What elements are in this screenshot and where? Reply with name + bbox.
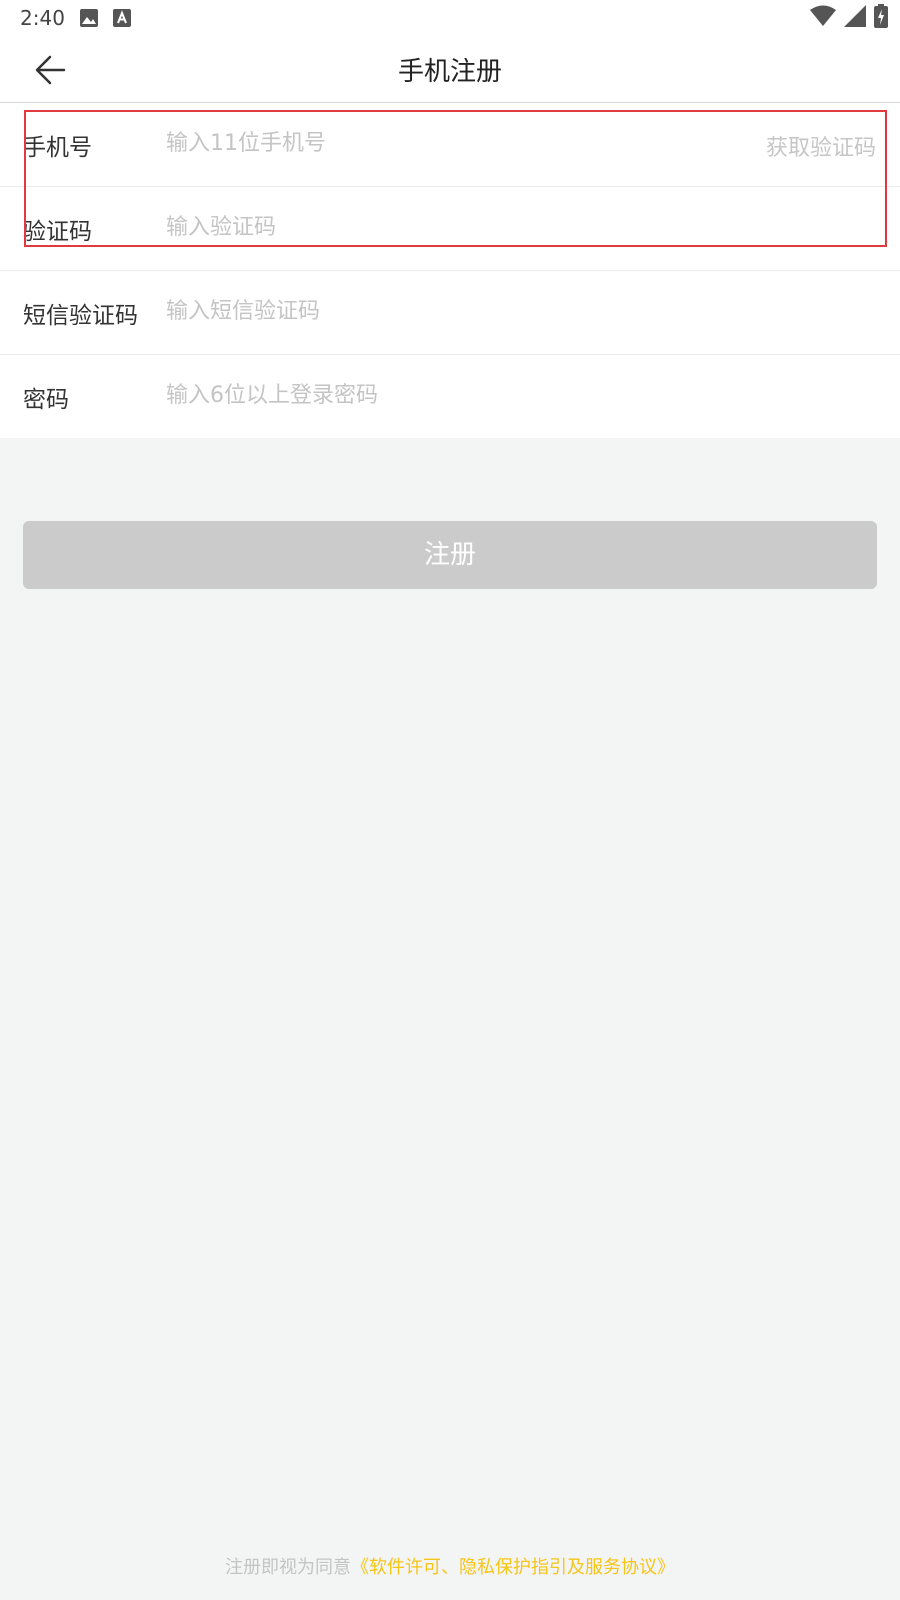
page-title: 手机注册: [397, 57, 502, 87]
password-row: 密码: [0, 355, 900, 438]
register-button[interactable]: 注册: [23, 521, 877, 589]
app-bar: 手机注册: [0, 36, 900, 103]
status-time: 2:40: [20, 6, 65, 30]
sms-code-row: 短信验证码: [0, 271, 900, 355]
battery-charging-icon: [874, 4, 888, 32]
captcha-row: 验证码: [0, 187, 900, 271]
captcha-label: 验证码: [23, 219, 92, 245]
registration-form: 手机号 获取验证码 验证码 短信验证码 密码: [0, 103, 900, 438]
sms-code-label: 短信验证码: [23, 303, 138, 329]
agreement-link[interactable]: 《软件许可、隐私保护指引及服务协议》: [351, 1557, 675, 1578]
status-bar: 2:40: [0, 0, 900, 36]
text-a-icon: [113, 9, 131, 27]
sms-code-input[interactable]: [166, 289, 726, 333]
phone-row: 手机号 获取验证码: [0, 103, 900, 187]
captcha-input[interactable]: [166, 205, 726, 249]
wifi-icon: [810, 5, 836, 31]
get-code-button[interactable]: 获取验证码: [766, 130, 876, 162]
password-label: 密码: [23, 387, 69, 413]
agreement-prefix: 注册即视为同意: [225, 1557, 351, 1578]
password-input[interactable]: [166, 373, 726, 417]
cellular-signal-icon: [844, 5, 866, 31]
phone-label: 手机号: [23, 135, 92, 161]
agreement-notice: 注册即视为同意《软件许可、隐私保护指引及服务协议》: [0, 1553, 900, 1579]
image-icon: [80, 9, 98, 27]
phone-input[interactable]: [166, 121, 726, 165]
